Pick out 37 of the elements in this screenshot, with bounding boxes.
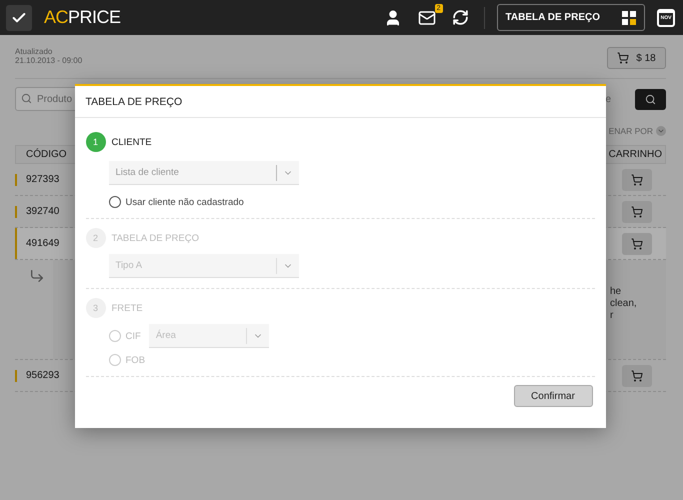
step-label: CLIENTE bbox=[112, 136, 152, 148]
arrow-icon bbox=[29, 268, 45, 284]
step-label: FRETE bbox=[112, 302, 143, 314]
app-logo: ACPRICE bbox=[44, 7, 122, 28]
product-code: 927393 bbox=[15, 174, 60, 186]
radio-option[interactable]: Usar cliente não cadastrado bbox=[108, 196, 244, 208]
search-icon bbox=[21, 93, 32, 104]
product-code: 392740 bbox=[15, 206, 60, 218]
cart-icon bbox=[631, 370, 643, 382]
updated-date: 21.10.2013 - 09:00 bbox=[15, 56, 82, 65]
dialog-title: TABELA DE PREÇO bbox=[74, 86, 606, 118]
updated-label: Atualizado bbox=[15, 47, 54, 56]
check-icon[interactable] bbox=[6, 4, 32, 30]
step-number: 1 bbox=[86, 132, 106, 152]
add-to-cart-button[interactable] bbox=[622, 168, 652, 190]
filter-label: e bbox=[605, 94, 611, 104]
cart-icon bbox=[617, 52, 630, 64]
sort-label: ENAR POR bbox=[608, 126, 653, 136]
cart-icon bbox=[631, 174, 643, 186]
product-code: 956293 bbox=[15, 370, 60, 382]
step-label: TABELA DE PREÇO bbox=[112, 232, 199, 244]
column-header: CARRINHO bbox=[604, 145, 666, 164]
confirm-button[interactable]: Confirmar bbox=[514, 385, 592, 407]
search-button[interactable] bbox=[635, 88, 666, 110]
add-to-cart-button[interactable] bbox=[622, 200, 652, 222]
price-table-button[interactable]: TABELA DE PREÇO bbox=[496, 4, 645, 31]
cart-icon bbox=[631, 206, 643, 218]
add-to-cart-button[interactable] bbox=[622, 364, 652, 386]
grid-icon bbox=[622, 10, 636, 24]
add-to-cart-button[interactable] bbox=[622, 232, 652, 254]
detail-text: he clean, r bbox=[610, 286, 638, 323]
column-header: CÓDIGO bbox=[15, 145, 78, 164]
mail-icon[interactable] bbox=[418, 8, 436, 26]
cart-button[interactable]: $ 18 bbox=[607, 47, 666, 69]
cart-icon bbox=[631, 238, 643, 250]
search-icon bbox=[645, 94, 656, 104]
refresh-icon[interactable] bbox=[452, 9, 470, 26]
